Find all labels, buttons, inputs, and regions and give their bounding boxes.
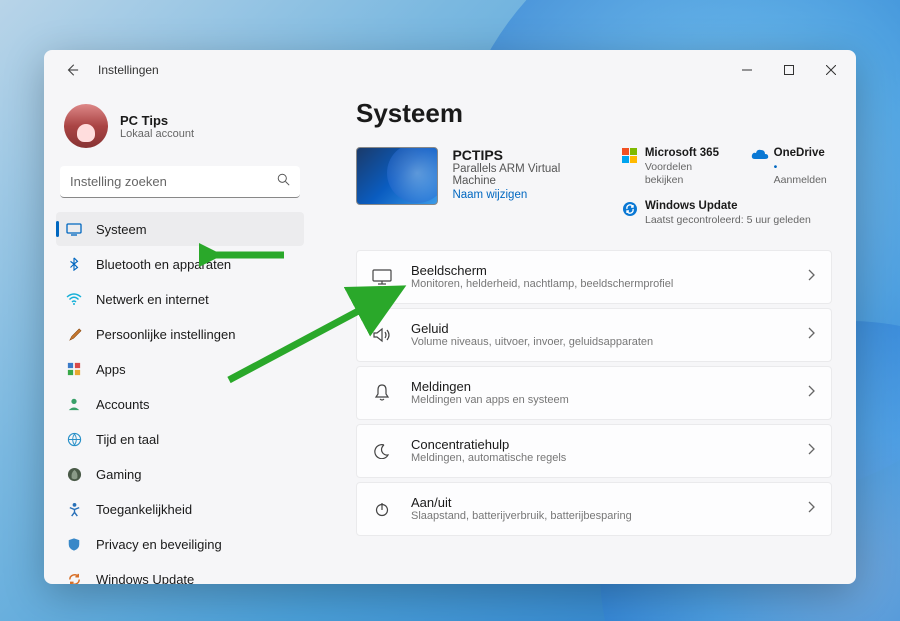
profile-block[interactable]: PC Tips Lokaal account — [56, 98, 304, 162]
card-title: Concentratiehulp — [411, 437, 807, 452]
card-title: Geluid — [411, 321, 807, 336]
hero-section: PCTIPS Parallels ARM Virtual Machine Naa… — [356, 147, 832, 228]
search-input[interactable] — [60, 166, 300, 198]
profile-name: PC Tips — [120, 113, 194, 128]
svc-title: Windows Update — [645, 200, 811, 214]
card-sub: Meldingen, automatische regels — [411, 452, 807, 464]
sidebar-item-time[interactable]: Tijd en taal — [56, 422, 304, 456]
sidebar-item-label: Toegankelijkheid — [96, 502, 192, 517]
card-title: Beeldscherm — [411, 263, 807, 278]
nav-list: Systeem Bluetooth en apparaten Netwerk e… — [56, 212, 304, 584]
window-title: Instellingen — [98, 63, 159, 77]
sidebar-item-apps[interactable]: Apps — [56, 352, 304, 386]
windows-update-tile[interactable]: Windows Update Laatst gecontroleerd: 5 u… — [622, 200, 832, 227]
shield-icon — [66, 536, 82, 552]
wifi-icon — [66, 291, 82, 307]
svc-sub: Laatst gecontroleerd: 5 uur geleden — [645, 214, 811, 228]
bluetooth-icon — [66, 256, 82, 272]
card-sound[interactable]: Geluid Volume niveaus, uitvoer, invoer, … — [356, 308, 832, 362]
back-button[interactable] — [60, 58, 84, 82]
svc-sub: Voordelen bekijken — [645, 161, 733, 188]
card-sub: Monitoren, helderheid, nachtlamp, beelds… — [411, 278, 807, 290]
pc-thumbnail — [356, 147, 438, 205]
profile-subtitle: Lokaal account — [120, 128, 194, 140]
card-sub: Slaapstand, batterijverbruik, batterijbe… — [411, 510, 807, 522]
sidebar-item-bluetooth[interactable]: Bluetooth en apparaten — [56, 247, 304, 281]
sidebar-item-privacy[interactable]: Privacy en beveiliging — [56, 527, 304, 561]
onedrive-icon — [751, 148, 767, 164]
sidebar: PC Tips Lokaal account Systeem Bluetooth… — [44, 90, 316, 584]
display-icon — [371, 266, 393, 288]
person-icon — [66, 396, 82, 412]
sidebar-item-label: Apps — [96, 362, 126, 377]
pc-name: PCTIPS — [452, 147, 604, 163]
rename-link[interactable]: Naam wijzigen — [452, 189, 604, 201]
globe-clock-icon — [66, 431, 82, 447]
card-focus-assist[interactable]: Concentratiehulp Meldingen, automatische… — [356, 424, 832, 478]
svc-sub: • Aanmelden — [774, 161, 832, 188]
card-title: Aan/uit — [411, 495, 807, 510]
card-display[interactable]: Beeldscherm Monitoren, helderheid, nacht… — [356, 250, 832, 304]
sound-icon — [371, 324, 393, 346]
power-icon — [371, 498, 393, 520]
search-icon — [277, 173, 290, 191]
sidebar-item-personalization[interactable]: Persoonlijke instellingen — [56, 317, 304, 351]
sidebar-item-accounts[interactable]: Accounts — [56, 387, 304, 421]
bell-icon — [371, 382, 393, 404]
sidebar-item-label: Windows Update — [96, 572, 194, 585]
search-box — [60, 166, 300, 198]
pc-model: Parallels ARM Virtual Machine — [452, 163, 604, 187]
page-title: Systeem — [356, 98, 832, 129]
sidebar-item-system[interactable]: Systeem — [56, 212, 304, 246]
card-power[interactable]: Aan/uit Slaapstand, batterijverbruik, ba… — [356, 482, 832, 536]
sidebar-item-accessibility[interactable]: Toegankelijkheid — [56, 492, 304, 526]
svc-title: Microsoft 365 — [645, 147, 733, 161]
brush-icon — [66, 326, 82, 342]
card-sub: Meldingen van apps en systeem — [411, 394, 807, 406]
sidebar-item-update[interactable]: Windows Update — [56, 562, 304, 584]
apps-icon — [66, 361, 82, 377]
card-sub: Volume niveaus, uitvoer, invoer, geluids… — [411, 336, 807, 348]
close-button[interactable] — [810, 55, 852, 85]
gaming-icon — [66, 466, 82, 482]
sidebar-item-label: Persoonlijke instellingen — [96, 327, 235, 342]
sidebar-item-label: Bluetooth en apparaten — [96, 257, 231, 272]
svc-title: OneDrive — [774, 147, 832, 161]
card-notifications[interactable]: Meldingen Meldingen van apps en systeem — [356, 366, 832, 420]
accessibility-icon — [66, 501, 82, 517]
maximize-button[interactable] — [768, 55, 810, 85]
chevron-right-icon — [807, 384, 815, 402]
sidebar-item-gaming[interactable]: Gaming — [56, 457, 304, 491]
chevron-right-icon — [807, 326, 815, 344]
sidebar-item-label: Netwerk en internet — [96, 292, 209, 307]
chevron-right-icon — [807, 268, 815, 286]
avatar — [64, 104, 108, 148]
titlebar: Instellingen — [44, 50, 856, 90]
update-icon — [622, 201, 638, 217]
chevron-right-icon — [807, 500, 815, 518]
moon-icon — [371, 440, 393, 462]
sidebar-item-label: Tijd en taal — [96, 432, 159, 447]
minimize-button[interactable] — [726, 55, 768, 85]
system-icon — [66, 221, 82, 237]
sidebar-item-label: Accounts — [96, 397, 149, 412]
sync-icon — [66, 571, 82, 584]
main-content: Systeem PCTIPS Parallels ARM Virtual Mac… — [316, 90, 856, 584]
sidebar-item-label: Gaming — [96, 467, 142, 482]
sidebar-item-label: Systeem — [96, 222, 147, 237]
onedrive-tile[interactable]: OneDrive • Aanmelden — [751, 147, 832, 188]
chevron-right-icon — [807, 442, 815, 460]
microsoft-365-tile[interactable]: Microsoft 365 Voordelen bekijken — [622, 147, 733, 188]
microsoft-logo-icon — [622, 148, 638, 164]
sidebar-item-label: Privacy en beveiliging — [96, 537, 222, 552]
settings-list: Beeldscherm Monitoren, helderheid, nacht… — [356, 250, 832, 536]
card-title: Meldingen — [411, 379, 807, 394]
settings-window: Instellingen PC Tips Lokaal account — [44, 50, 856, 584]
sidebar-item-network[interactable]: Netwerk en internet — [56, 282, 304, 316]
